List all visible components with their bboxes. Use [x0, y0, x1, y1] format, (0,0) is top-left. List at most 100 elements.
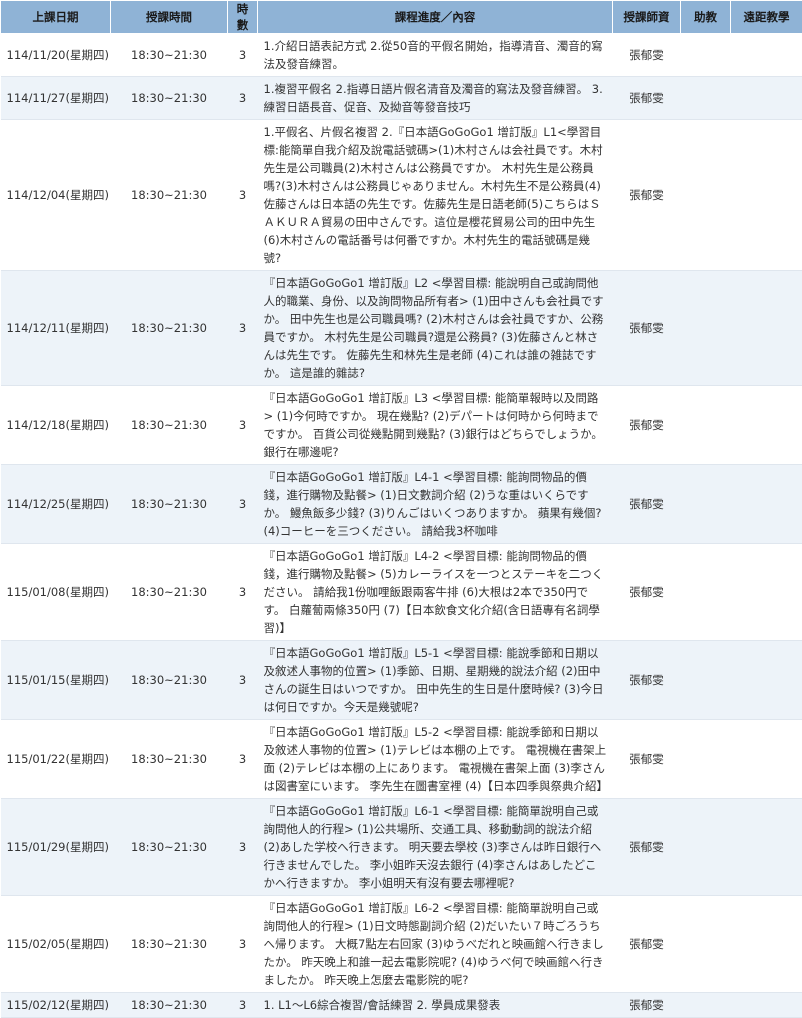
cell-content: 1. L1～L6綜合複習/會話練習 2. 學員成果發表 [258, 993, 613, 1018]
cell-date: 115/02/12(星期四) [1, 993, 111, 1018]
cell-teacher: 張郁雯 [613, 544, 681, 641]
cell-remote [731, 993, 802, 1018]
cell-date: 115/01/08(星期四) [1, 544, 111, 641]
cell-date: 114/12/04(星期四) [1, 120, 111, 271]
cell-date: 114/12/25(星期四) [1, 465, 111, 544]
cell-remote [731, 77, 802, 120]
table-row: 115/02/05(星期四) 18:30~21:30 3 『日本語GoGoGo1… [1, 896, 802, 993]
cell-hours: 3 [228, 641, 258, 720]
cell-assistant [681, 386, 731, 465]
cell-teacher: 張郁雯 [613, 799, 681, 896]
cell-date: 115/01/29(星期四) [1, 799, 111, 896]
cell-hours: 3 [228, 77, 258, 120]
cell-date: 115/01/22(星期四) [1, 720, 111, 799]
header-remote: 遠距教學 [731, 1, 802, 34]
cell-content: 『日本語GoGoGo1 增訂版』L6-1 <學習目標: 能簡單說明自己或詢問他人… [258, 799, 613, 896]
cell-remote [731, 641, 802, 720]
cell-teacher: 張郁雯 [613, 465, 681, 544]
table-row: 114/12/04(星期四) 18:30~21:30 3 1.平假名、片假名複習… [1, 120, 802, 271]
cell-date: 115/02/05(星期四) [1, 896, 111, 993]
cell-time: 18:30~21:30 [111, 34, 228, 77]
table-row: 114/11/20(星期四) 18:30~21:30 3 1.介紹日語表記方式 … [1, 34, 802, 77]
cell-time: 18:30~21:30 [111, 77, 228, 120]
table-row: 114/11/27(星期四) 18:30~21:30 3 1.複習平假名 2.指… [1, 77, 802, 120]
cell-time: 18:30~21:30 [111, 386, 228, 465]
cell-teacher: 張郁雯 [613, 386, 681, 465]
cell-date: 114/11/27(星期四) [1, 77, 111, 120]
cell-date: 114/12/18(星期四) [1, 386, 111, 465]
cell-hours: 3 [228, 993, 258, 1018]
cell-time: 18:30~21:30 [111, 896, 228, 993]
table-row: 115/01/22(星期四) 18:30~21:30 3 『日本語GoGoGo1… [1, 720, 802, 799]
cell-assistant [681, 120, 731, 271]
cell-assistant [681, 720, 731, 799]
cell-content: 『日本語GoGoGo1 增訂版』L3 <學習目標: 能簡單報時以及問路> (1)… [258, 386, 613, 465]
cell-content: 『日本語GoGoGo1 增訂版』L4-2 <學習目標: 能詢問物品的價錢，進行購… [258, 544, 613, 641]
cell-assistant [681, 465, 731, 544]
cell-hours: 3 [228, 799, 258, 896]
cell-assistant [681, 34, 731, 77]
cell-time: 18:30~21:30 [111, 544, 228, 641]
table-row: 115/01/08(星期四) 18:30~21:30 3 『日本語GoGoGo1… [1, 544, 802, 641]
header-hours: 時數 [228, 1, 258, 34]
cell-time: 18:30~21:30 [111, 465, 228, 544]
cell-hours: 3 [228, 544, 258, 641]
cell-hours: 3 [228, 271, 258, 386]
table-row: 115/02/12(星期四) 18:30~21:30 3 1. L1～L6綜合複… [1, 993, 802, 1018]
cell-content: 『日本語GoGoGo1 增訂版』L5-2 <學習目標: 能說季節和日期以及敘述人… [258, 720, 613, 799]
cell-teacher: 張郁雯 [613, 120, 681, 271]
cell-time: 18:30~21:30 [111, 720, 228, 799]
cell-remote [731, 896, 802, 993]
cell-teacher: 張郁雯 [613, 720, 681, 799]
cell-teacher: 張郁雯 [613, 896, 681, 993]
cell-assistant [681, 77, 731, 120]
cell-content: 1.複習平假名 2.指導日語片假名清音及濁音的寫法及發音練習。 3.練習日語長音… [258, 77, 613, 120]
cell-date: 114/12/11(星期四) [1, 271, 111, 386]
cell-assistant [681, 896, 731, 993]
cell-time: 18:30~21:30 [111, 993, 228, 1018]
cell-content: 『日本語GoGoGo1 增訂版』L4-1 <學習目標: 能詢問物品的價錢，進行購… [258, 465, 613, 544]
cell-remote [731, 465, 802, 544]
cell-teacher: 張郁雯 [613, 641, 681, 720]
cell-hours: 3 [228, 34, 258, 77]
course-schedule-table: 上課日期 授課時間 時數 課程進度／內容 授課師資 助教 遠距教學 114/11… [0, 0, 802, 1018]
cell-assistant [681, 544, 731, 641]
cell-teacher: 張郁雯 [613, 34, 681, 77]
header-time: 授課時間 [111, 1, 228, 34]
cell-time: 18:30~21:30 [111, 799, 228, 896]
cell-content: 『日本語GoGoGo1 增訂版』L6-2 <學習目標: 能簡單說明自己或詢問他人… [258, 896, 613, 993]
cell-remote [731, 544, 802, 641]
cell-content: 『日本語GoGoGo1 增訂版』L5-1 <學習目標: 能說季節和日期以及敘述人… [258, 641, 613, 720]
cell-hours: 3 [228, 720, 258, 799]
cell-hours: 3 [228, 896, 258, 993]
header-date: 上課日期 [1, 1, 111, 34]
cell-date: 115/01/15(星期四) [1, 641, 111, 720]
cell-time: 18:30~21:30 [111, 271, 228, 386]
cell-remote [731, 34, 802, 77]
cell-assistant [681, 799, 731, 896]
cell-assistant [681, 271, 731, 386]
cell-remote [731, 799, 802, 896]
cell-content: 『日本語GoGoGo1 增訂版』L2 <學習目標: 能說明自己或詢問他人的職業、… [258, 271, 613, 386]
table-header-row: 上課日期 授課時間 時數 課程進度／內容 授課師資 助教 遠距教學 [1, 1, 802, 34]
table-row: 114/12/25(星期四) 18:30~21:30 3 『日本語GoGoGo1… [1, 465, 802, 544]
header-teacher: 授課師資 [613, 1, 681, 34]
cell-hours: 3 [228, 386, 258, 465]
table-row: 115/01/29(星期四) 18:30~21:30 3 『日本語GoGoGo1… [1, 799, 802, 896]
table-row: 114/12/11(星期四) 18:30~21:30 3 『日本語GoGoGo1… [1, 271, 802, 386]
cell-remote [731, 386, 802, 465]
cell-teacher: 張郁雯 [613, 271, 681, 386]
cell-date: 114/11/20(星期四) [1, 34, 111, 77]
cell-content: 1.介紹日語表記方式 2.從50音的平假名開始，指導清音、濁音的寫法及發音練習。 [258, 34, 613, 77]
cell-assistant [681, 993, 731, 1018]
cell-hours: 3 [228, 120, 258, 271]
header-assistant: 助教 [681, 1, 731, 34]
cell-hours: 3 [228, 465, 258, 544]
cell-time: 18:30~21:30 [111, 641, 228, 720]
table-row: 114/12/18(星期四) 18:30~21:30 3 『日本語GoGoGo1… [1, 386, 802, 465]
cell-remote [731, 720, 802, 799]
header-content: 課程進度／內容 [258, 1, 613, 34]
cell-assistant [681, 641, 731, 720]
cell-teacher: 張郁雯 [613, 77, 681, 120]
cell-remote [731, 120, 802, 271]
